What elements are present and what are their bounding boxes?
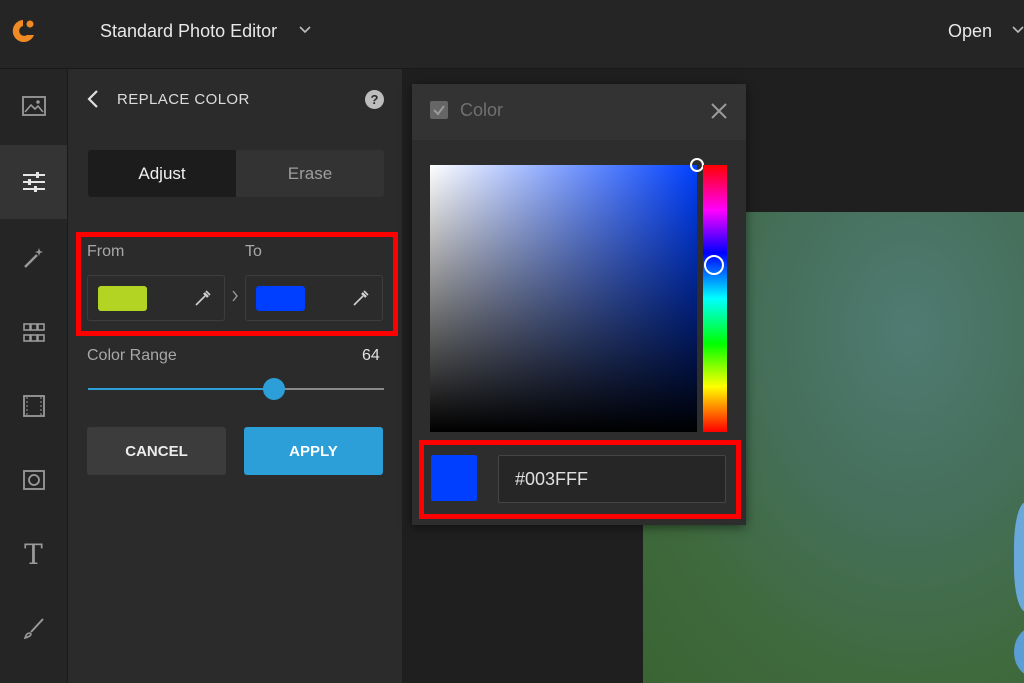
magic-wand-icon — [23, 248, 43, 268]
to-label: To — [245, 243, 262, 260]
slider-thumb[interactable] — [263, 378, 286, 400]
sliders-icon — [22, 172, 45, 192]
to-color-picker[interactable] — [245, 275, 383, 321]
frame-icon — [22, 470, 45, 490]
color-dialog: Color #003FFF — [412, 84, 746, 525]
current-color-swatch — [431, 455, 477, 501]
top-bar: Standard Photo Editor Open — [0, 0, 1024, 69]
app-title[interactable]: Standard Photo Editor — [100, 21, 277, 42]
chevron-down-icon[interactable] — [299, 26, 311, 34]
hue-slider[interactable] — [703, 165, 727, 432]
eyedropper-icon[interactable] — [194, 289, 212, 307]
from-label: From — [87, 243, 125, 260]
hue-slider-handle[interactable] — [704, 255, 724, 276]
tool-draw[interactable] — [0, 591, 67, 665]
tool-effects[interactable] — [0, 221, 67, 295]
color-range-label: Color Range — [87, 347, 177, 364]
hex-input[interactable]: #003FFF — [498, 455, 726, 503]
checkbox-icon[interactable] — [430, 101, 448, 119]
dialog-header[interactable]: Color — [412, 84, 746, 140]
apply-button[interactable]: APPLY — [244, 427, 383, 475]
replace-color-panel: REPLACE COLOR ? Adjust Erase From To Col… — [68, 69, 402, 683]
brush-icon — [23, 618, 44, 640]
tool-layouts[interactable] — [0, 295, 67, 369]
chevron-right-icon — [232, 290, 238, 302]
tool-frames[interactable] — [0, 443, 67, 517]
dialog-title: Color — [460, 100, 504, 120]
tool-text[interactable]: T — [0, 517, 67, 591]
photo-subject — [1014, 627, 1024, 677]
app-logo-icon[interactable] — [10, 17, 36, 45]
film-frame-icon — [22, 395, 45, 417]
to-color-swatch[interactable] — [256, 286, 305, 311]
back-arrow-icon[interactable] — [86, 89, 100, 109]
color-range-slider[interactable] — [88, 377, 384, 401]
open-menu[interactable]: Open — [948, 21, 992, 42]
grid-icon — [22, 323, 45, 342]
chevron-down-icon[interactable] — [1012, 26, 1024, 34]
color-picker-handle[interactable] — [690, 158, 704, 172]
tool-image[interactable] — [0, 69, 67, 143]
close-icon[interactable] — [710, 102, 728, 120]
help-icon[interactable]: ? — [365, 90, 384, 109]
eyedropper-icon[interactable] — [352, 289, 370, 307]
mode-tabs: Adjust Erase — [88, 150, 384, 197]
slider-fill — [88, 388, 275, 390]
saturation-brightness-picker[interactable] — [430, 158, 704, 432]
text-icon: T — [24, 537, 43, 571]
tab-erase[interactable]: Erase — [236, 150, 384, 197]
color-range-value: 64 — [362, 347, 380, 364]
left-toolbar: T — [0, 69, 68, 683]
panel-title: REPLACE COLOR — [117, 91, 250, 108]
tab-adjust[interactable]: Adjust — [88, 150, 236, 197]
image-icon — [21, 96, 46, 116]
photo-subject — [1014, 502, 1024, 612]
tool-overlays[interactable] — [0, 369, 67, 443]
from-color-swatch[interactable] — [98, 286, 147, 311]
from-color-picker[interactable] — [87, 275, 225, 321]
cancel-button[interactable]: CANCEL — [87, 427, 226, 475]
tool-adjust[interactable] — [0, 145, 67, 219]
